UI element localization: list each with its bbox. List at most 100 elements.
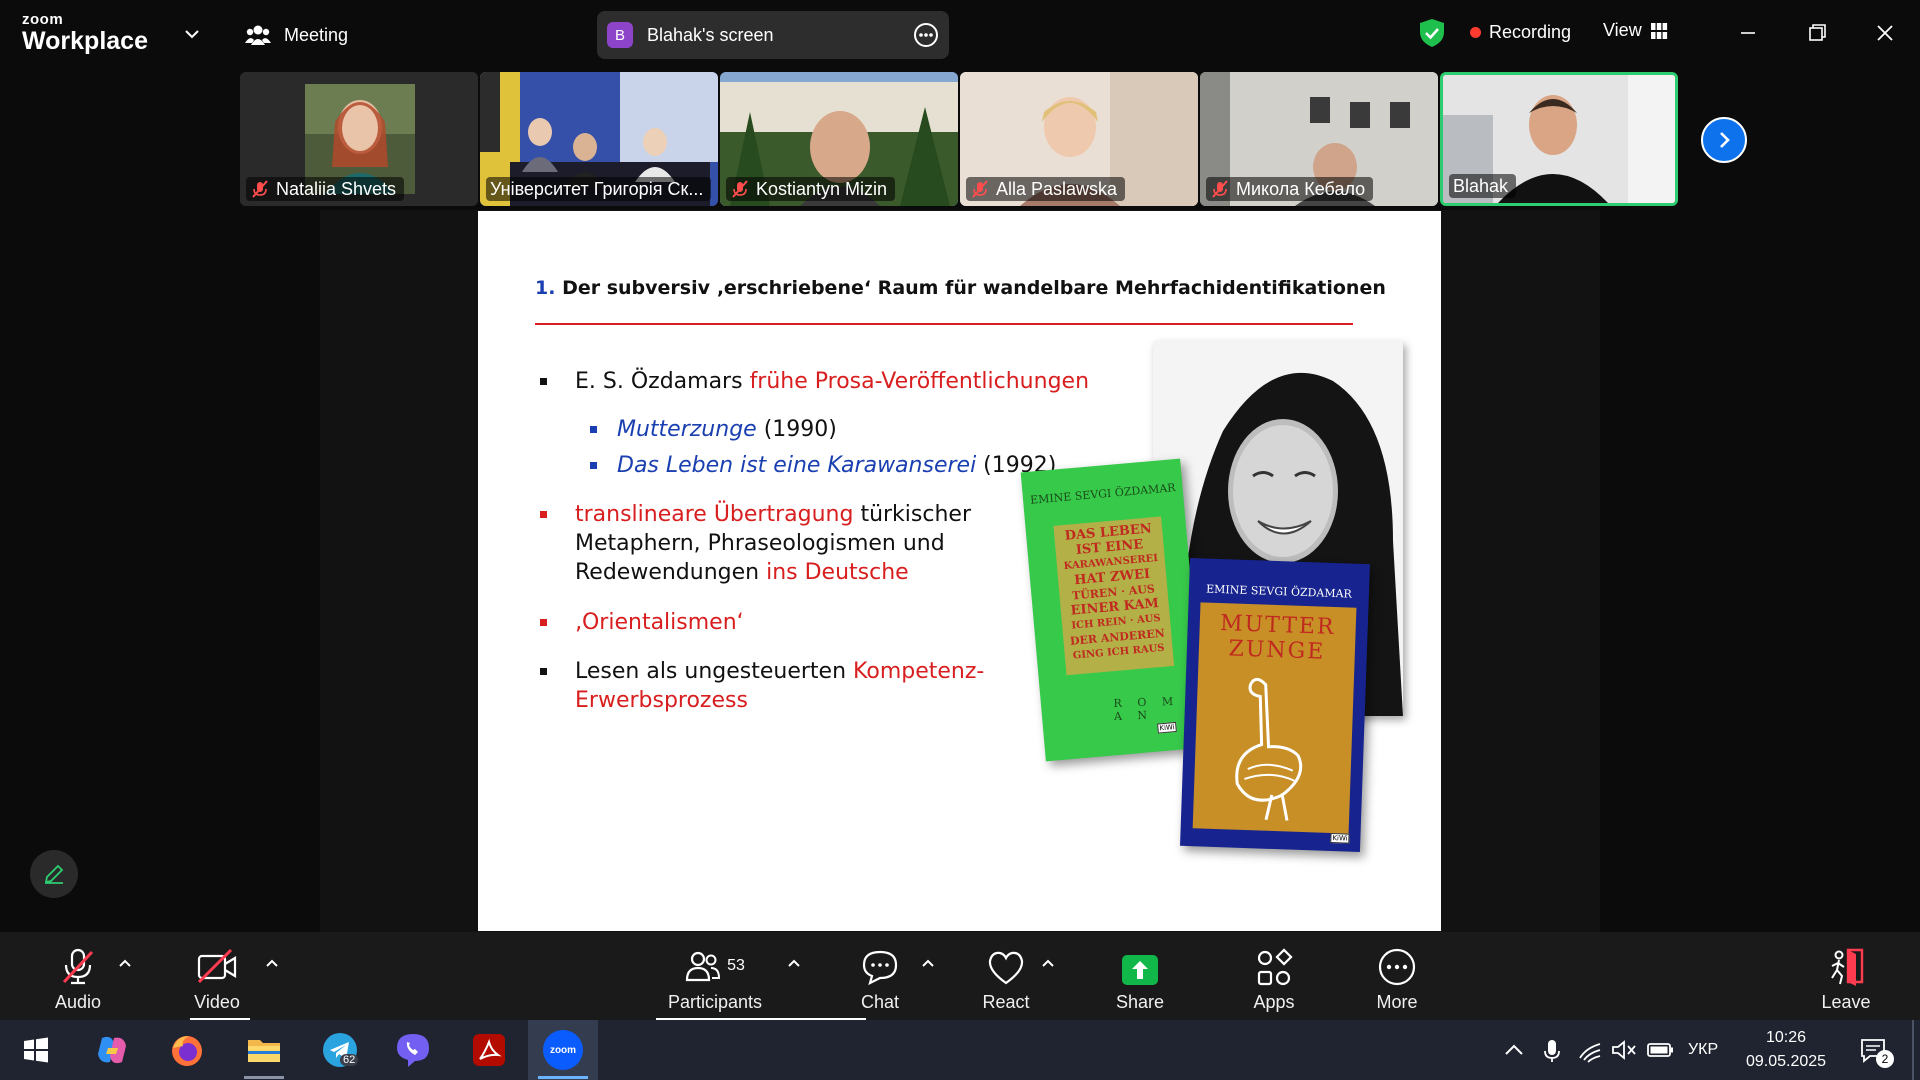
bullet-square-icon (590, 462, 597, 469)
book-author: EMINE SEVGI ÖZDAMAR (1205, 582, 1353, 601)
video-options-caret-icon[interactable] (264, 956, 280, 972)
annotate-button[interactable] (30, 850, 78, 898)
windows-start-icon[interactable] (16, 1030, 56, 1070)
slide-title: 1. Der subversiv ‚erschriebene‘ Raum für… (535, 277, 1386, 299)
bullet-highlight: frühe Prosa-Veröffentlichungen (749, 369, 1090, 394)
meeting-button[interactable]: Meeting (244, 18, 348, 52)
participant-name: Микола Кебало (1236, 178, 1366, 199)
react-options-caret-icon[interactable] (1040, 956, 1056, 972)
security-shield-icon[interactable] (1418, 18, 1446, 48)
zoom-running-indicator (538, 1076, 588, 1079)
sub-bullet-item: Das Leben ist eine Karawanserei (1992) (590, 451, 1056, 480)
meeting-label: Meeting (284, 24, 349, 45)
battery-icon[interactable] (1644, 1030, 1676, 1070)
bullet-item: Lesen als ungesteuerten Kompetenz- Erwer… (540, 657, 984, 715)
clock-time: 10:26 (1765, 1029, 1807, 1046)
telegram-icon[interactable]: 62 (320, 1030, 364, 1070)
notifications-button[interactable]: 2 (1854, 1030, 1894, 1070)
chevron-down-icon[interactable] (182, 24, 202, 44)
book-title-box: DAS LEBEN IST EINE KARAWANSEREI HAT ZWEI… (1053, 516, 1175, 676)
meeting-toolbar: Audio Video 53 Participants Chat React S… (0, 932, 1920, 1020)
react-label: React (982, 992, 1030, 1012)
explorer-running-indicator (244, 1076, 284, 1079)
share-screen-pill[interactable]: B Blahak's screen (597, 11, 949, 59)
participant-name: Nataliia Shvets (276, 178, 397, 199)
copilot-icon[interactable] (92, 1030, 132, 1070)
mic-muted-icon (252, 180, 268, 198)
recording-dot-icon (1470, 27, 1481, 38)
notifications-count: 2 (1876, 1050, 1894, 1068)
heart-icon (988, 951, 1024, 985)
participant-tile[interactable]: Alla Paslawska (960, 72, 1198, 206)
participants-count: 53 (727, 957, 745, 974)
zoom-taskbar-item[interactable]: zoom (528, 1020, 598, 1080)
bullet-text: türkischer (853, 502, 971, 527)
leave-button[interactable]: Leave (1816, 932, 1876, 1020)
participant-name: Blahak (1453, 175, 1509, 196)
windows-taskbar: 62 zoom УКР 10:26 09.05.2025 2 (0, 1020, 1920, 1080)
book-title-panel: MUTTER ZUNGE (1192, 602, 1357, 834)
participant-name-tag: Університет Григорія Ск... (486, 177, 712, 201)
participant-tile[interactable]: Nataliia Shvets (240, 72, 478, 206)
share-label: Share (1115, 992, 1165, 1012)
chat-button[interactable]: Chat (850, 932, 910, 1020)
book-title: Mutterzunge (617, 417, 757, 442)
participant-tile[interactable]: Микола Кебало (1200, 72, 1438, 206)
microphone-tray-icon[interactable] (1536, 1030, 1568, 1070)
grid-view-icon (1650, 22, 1667, 39)
bullet-item: ‚Orientalismen‘ (540, 608, 744, 637)
top-bar: zoom Workplace Meeting B Blahak's screen… (0, 0, 1920, 68)
next-participants-button[interactable] (1701, 117, 1747, 163)
video-button[interactable]: Video (185, 932, 249, 1020)
audio-button[interactable]: Audio (46, 932, 110, 1020)
participant-tile[interactable]: Університет Григорія Ск... (480, 72, 718, 206)
system-clock[interactable]: 10:26 09.05.2025 (1726, 1026, 1846, 1074)
share-label: Blahak's screen (647, 24, 774, 45)
tray-chevron-up-icon[interactable] (1498, 1030, 1530, 1070)
view-label: View (1603, 20, 1642, 40)
more-options-icon[interactable] (913, 22, 939, 48)
share-button[interactable]: Share (1110, 932, 1170, 1020)
participant-tile-active-speaker[interactable]: Blahak (1440, 72, 1678, 206)
bullet-highlight: ‚Orientalismen‘ (575, 610, 744, 635)
close-icon[interactable] (1870, 18, 1900, 48)
minimize-icon[interactable] (1733, 18, 1763, 48)
bullet-square-icon (540, 668, 547, 675)
slide-title-divider (535, 323, 1353, 325)
zoom-workplace-logo: zoom Workplace (22, 12, 148, 54)
book-year: (1990) (756, 417, 837, 442)
chat-icon (862, 950, 898, 986)
share-avatar: B (607, 22, 633, 48)
viber-icon[interactable] (393, 1030, 433, 1070)
bullet-highlight: ins Deutsche (766, 560, 909, 585)
participants-label: Participants (667, 992, 763, 1012)
participants-button[interactable]: 53 Participants (660, 932, 770, 1020)
mic-muted-icon (1212, 180, 1228, 198)
participant-name-tag: Kostiantyn Mizin (726, 177, 896, 201)
wifi-icon[interactable] (1574, 1030, 1606, 1070)
chat-options-caret-icon[interactable] (920, 956, 936, 972)
view-button[interactable]: View (1603, 20, 1668, 41)
participants-options-caret-icon[interactable] (786, 956, 802, 972)
apps-button[interactable]: Apps (1244, 932, 1304, 1020)
bullet-square-icon (540, 619, 547, 626)
book-title: MUTTER ZUNGE (1199, 610, 1357, 665)
react-button[interactable]: React (976, 932, 1036, 1020)
calligraphy-bird-icon (1235, 677, 1303, 821)
file-explorer-icon[interactable] (244, 1030, 284, 1070)
bullet-text: Metaphern, Phraseologismen und (575, 531, 945, 556)
participant-tile[interactable]: Kostiantyn Mizin (720, 72, 958, 206)
keyboard-language[interactable]: УКР (1688, 1020, 1718, 1080)
book-title: Das Leben ist eine Karawanserei (617, 453, 977, 478)
restore-icon[interactable] (1802, 18, 1832, 48)
acrobat-icon[interactable] (469, 1030, 509, 1070)
meeting-icon (245, 25, 271, 45)
audio-options-caret-icon[interactable] (117, 956, 133, 972)
show-desktop-button[interactable] (1912, 1020, 1914, 1080)
pencil-icon (44, 864, 64, 884)
more-button[interactable]: More (1367, 932, 1427, 1020)
volume-muted-icon[interactable] (1608, 1030, 1640, 1070)
recording-indicator[interactable]: Recording (1470, 22, 1571, 43)
slide-title-text: Der subversiv ‚erschriebene‘ Raum für wa… (555, 277, 1386, 299)
firefox-icon[interactable] (167, 1030, 207, 1070)
